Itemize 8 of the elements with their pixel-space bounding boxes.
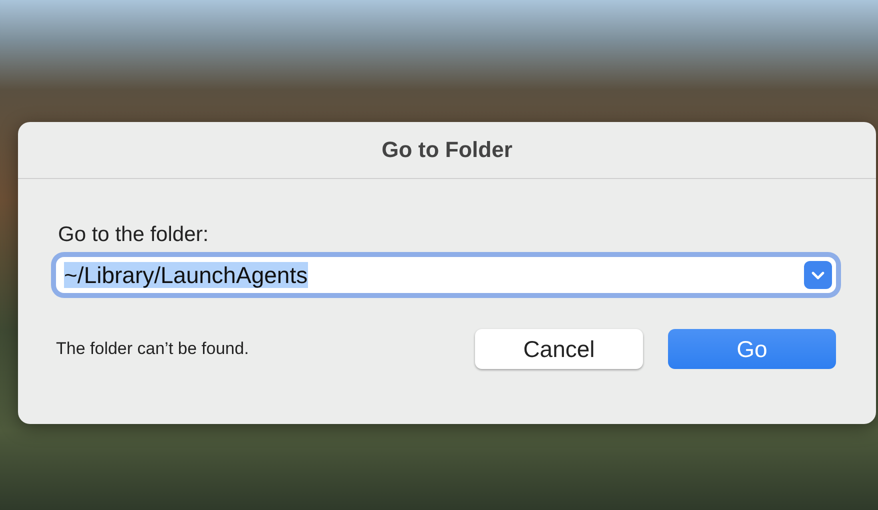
go-button[interactable]: Go (668, 329, 836, 369)
path-text: ~/Library/LaunchAgents (64, 262, 308, 288)
dropdown-chevron-icon[interactable] (804, 261, 832, 289)
error-message: The folder can’t be found. (56, 339, 250, 359)
cancel-button[interactable]: Cancel (475, 329, 643, 369)
folder-path-field[interactable]: ~/Library/LaunchAgents (56, 257, 836, 293)
dialog-title: Go to Folder (382, 137, 512, 163)
field-label: Go to the folder: (58, 223, 210, 247)
